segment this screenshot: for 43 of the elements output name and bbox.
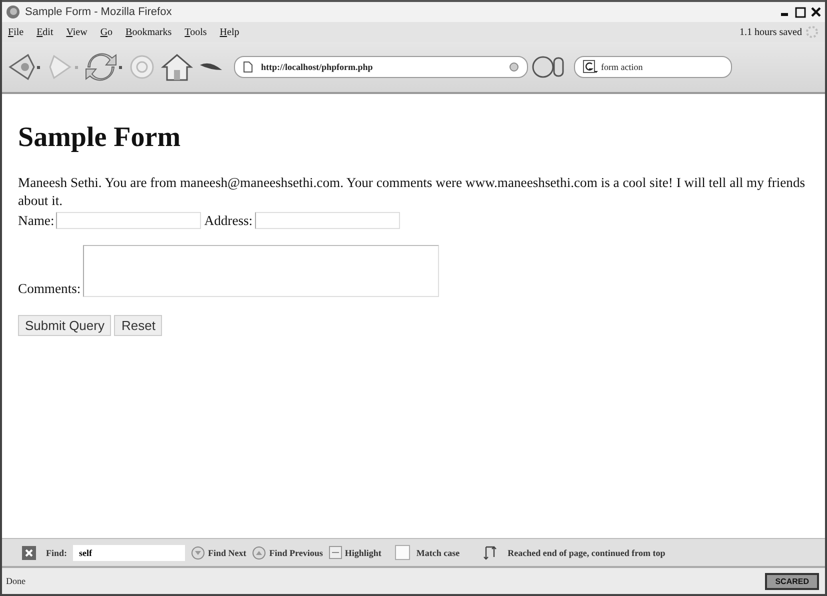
find-field[interactable]: self xyxy=(73,544,186,560)
menu-item[interactable]: Tools xyxy=(184,26,207,38)
address-field[interactable]: http://localhost/phpform.php xyxy=(234,56,528,78)
close-icon[interactable] xyxy=(811,7,821,17)
form-button[interactable]: Reset xyxy=(114,315,162,336)
field-label: Name: xyxy=(18,213,54,229)
browser-logo-icon xyxy=(6,5,20,19)
find-label: Find: xyxy=(46,548,68,558)
search-engine-icon xyxy=(583,60,599,74)
highlight-button[interactable]: Highlight xyxy=(328,546,382,559)
maximize-icon[interactable] xyxy=(795,6,806,18)
result-message: Maneesh Sethi. You are from maneesh@maneeshsethi.com. Your comments were www.maneeshsethi.com is a cool site! I will tell all my friends about it. xyxy=(18,174,806,210)
find-previous-button[interactable]: Find Previous xyxy=(252,546,323,560)
go-dot-icon xyxy=(509,62,519,72)
find-next-button[interactable]: Find Next xyxy=(191,546,246,560)
match-case-checkbox[interactable] xyxy=(395,545,410,560)
address-field[interactable] xyxy=(254,212,400,229)
field-label: Address: xyxy=(204,213,253,229)
status-badge: SCARED xyxy=(765,572,819,590)
menu-item[interactable]: Edit xyxy=(36,26,54,38)
menu-item[interactable]: View xyxy=(66,26,88,38)
extension-text: 1.1 hours saved xyxy=(740,26,802,38)
home-icon[interactable] xyxy=(160,52,194,82)
status-text: Done xyxy=(6,576,26,586)
window-title: Sample Form - Mozilla Firefox xyxy=(25,6,172,18)
search-field[interactable]: form action xyxy=(574,56,732,78)
page-heading: Sample Form xyxy=(18,122,182,154)
form-button[interactable]: Submit Query xyxy=(18,315,112,336)
wrap-icon xyxy=(482,544,498,560)
comments-field[interactable] xyxy=(82,245,439,297)
menu-item[interactable]: Bookmarks xyxy=(126,26,172,38)
back-icon[interactable] xyxy=(8,52,42,82)
page-icon xyxy=(243,61,253,73)
field-label: Comments: xyxy=(18,281,81,297)
menu-item[interactable]: Help xyxy=(220,26,240,38)
highlight-icon xyxy=(328,546,342,559)
menu-item[interactable]: Go xyxy=(100,26,113,38)
find-status: Reached end of page, continued from top xyxy=(508,548,666,558)
name-field[interactable] xyxy=(56,212,202,229)
menu-item[interactable]: File xyxy=(8,26,24,38)
reload-icon[interactable] xyxy=(84,52,124,82)
spinner-icon xyxy=(805,25,819,39)
checkbox-label: Match case xyxy=(416,548,460,558)
